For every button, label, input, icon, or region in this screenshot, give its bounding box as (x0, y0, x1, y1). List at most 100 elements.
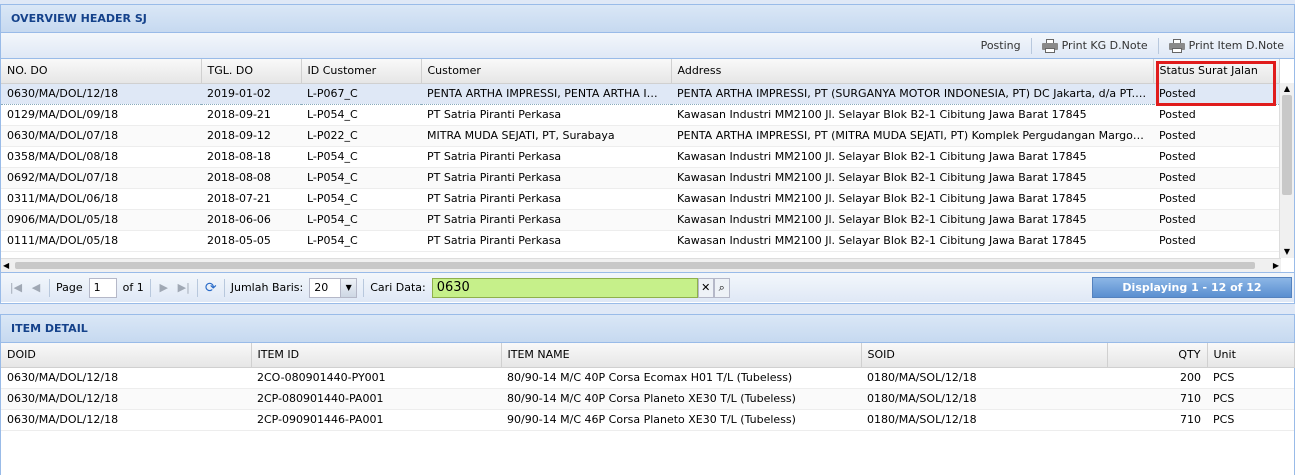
cell-id-customer: L-P054_C (301, 230, 421, 252)
table-row[interactable]: 0692/MA/DOL/07/18 2018-08-08 L-P054_C PT… (1, 167, 1279, 189)
cell-soid: 0180/MA/SOL/12/18 (861, 409, 1107, 431)
pager-separator (149, 278, 151, 297)
cell-id-customer: L-P054_C (301, 209, 421, 231)
cell-unit: PCS (1207, 388, 1294, 410)
clear-icon[interactable]: ✕ (697, 277, 714, 298)
col-soid[interactable]: SOID (861, 343, 1108, 368)
table-row[interactable]: 0630/MA/DOL/12/18 2CO-080901440-PY001 80… (1, 367, 1294, 389)
overview-header-panel: OVERVIEW HEADER SJ Posting Print KG D.No… (0, 4, 1295, 304)
pager-separator (49, 278, 50, 297)
cell-doid: 0630/MA/DOL/12/18 (1, 409, 251, 431)
cell-no-do: 0111/MA/DOL/05/18 (1, 230, 201, 252)
cell-customer: MITRA MUDA SEJATI, PT, Surabaya (421, 125, 671, 147)
search-icon[interactable]: ⌕ (713, 277, 730, 298)
toolbar-separator (1030, 37, 1032, 54)
cell-address: PENTA ARTHA IMPRESSI, PT (SURGANYA MOTOR… (671, 82, 1153, 105)
col-no-do[interactable]: NO. DO (1, 59, 202, 84)
cell-address: Kawasan Industri MM2100 Jl. Selayar Blok… (671, 209, 1153, 231)
posting-label: Posting (980, 39, 1021, 52)
cell-address: Kawasan Industri MM2100 Jl. Selayar Blok… (671, 230, 1153, 252)
cell-id-customer: L-P054_C (301, 104, 421, 126)
next-page-icon[interactable]: ▶ (157, 281, 171, 294)
header-table-columns: NO. DO TGL. DO ID Customer Customer Addr… (1, 59, 1280, 84)
cell-soid: 0180/MA/SOL/12/18 (861, 388, 1107, 410)
detail-table-columns: DOID ITEM ID ITEM NAME SOID QTY Unit (1, 343, 1295, 368)
cell-item-id: 2CO-080901440-PY001 (251, 367, 501, 389)
table-row[interactable]: 0129/MA/DOL/09/18 2018-09-21 L-P054_C PT… (1, 104, 1279, 126)
col-item-id[interactable]: ITEM ID (251, 343, 502, 368)
cell-item-name: 80/90-14 M/C 40P Corsa Ecomax H01 T/L (T… (501, 367, 861, 389)
cell-no-do: 0311/MA/DOL/06/18 (1, 188, 201, 210)
cell-customer: PT Satria Piranti Perkasa (421, 167, 671, 189)
cell-tgl-do: 2018-07-21 (201, 188, 301, 210)
cell-address: Kawasan Industri MM2100 Jl. Selayar Blok… (671, 104, 1153, 126)
vertical-scrollbar[interactable]: ▲ ▼ (1279, 83, 1294, 258)
cell-no-do: 0906/MA/DOL/05/18 (1, 209, 201, 231)
table-row[interactable]: 0311/MA/DOL/06/18 2018-07-21 L-P054_C PT… (1, 188, 1279, 210)
first-page-icon[interactable]: |◀ (9, 281, 23, 294)
page-count-label: of 1 (122, 281, 144, 294)
hscroll-thumb[interactable] (15, 262, 1255, 269)
table-row[interactable]: 0630/MA/DOL/12/18 2019-01-02 L-P067_C PE… (1, 82, 1279, 105)
refresh-icon[interactable]: ⟳ (204, 280, 218, 296)
cell-item-id: 2CP-090901446-PA001 (251, 409, 501, 431)
scroll-left-arrow-icon[interactable]: ◀ (3, 259, 9, 272)
item-detail-title: ITEM DETAIL (1, 315, 1294, 343)
scroll-down-arrow-icon[interactable]: ▼ (1280, 246, 1294, 258)
col-status-surat-jalan[interactable]: Status Surat Jalan (1153, 59, 1280, 84)
print-item-dnote-button[interactable]: Print Item D.Note (1165, 38, 1288, 53)
col-item-name[interactable]: ITEM NAME (501, 343, 862, 368)
cell-doid: 0630/MA/DOL/12/18 (1, 388, 251, 410)
scroll-up-arrow-icon[interactable]: ▲ (1280, 83, 1294, 95)
horizontal-scrollbar[interactable]: ◀ ▶ (1, 258, 1281, 272)
cell-customer: PENTA ARTHA IMPRESSI, PENTA ARTHA IMPR..… (421, 82, 671, 105)
cell-tgl-do: 2018-06-06 (201, 209, 301, 231)
page-number-input[interactable]: 1 (88, 277, 117, 298)
table-row[interactable]: 0906/MA/DOL/05/18 2018-06-06 L-P054_C PT… (1, 209, 1279, 231)
printer-icon (1041, 38, 1058, 53)
cell-doid: 0630/MA/DOL/12/18 (1, 367, 251, 389)
table-row[interactable]: 0358/MA/DOL/08/18 2018-08-18 L-P054_C PT… (1, 146, 1279, 168)
col-unit[interactable]: Unit (1207, 343, 1295, 368)
cell-status: Posted (1153, 82, 1279, 105)
search-input[interactable]: 0630 (431, 277, 698, 298)
cell-id-customer: L-P054_C (301, 167, 421, 189)
table-row[interactable]: 0630/MA/DOL/07/18 2018-09-12 L-P022_C MI… (1, 125, 1279, 147)
col-tgl-do[interactable]: TGL. DO (201, 59, 302, 84)
col-customer[interactable]: Customer (421, 59, 672, 84)
rows-per-page-select[interactable]: 20 ▼ (309, 277, 358, 298)
cell-no-do: 0692/MA/DOL/07/18 (1, 167, 201, 189)
print-item-label: Print Item D.Note (1188, 39, 1284, 52)
table-row[interactable]: 0630/MA/DOL/12/18 2CP-090901446-PA001 90… (1, 409, 1294, 431)
col-doid[interactable]: DOID (1, 343, 252, 368)
prev-page-icon[interactable]: ◀ (29, 281, 43, 294)
cell-customer: PT Satria Piranti Perkasa (421, 188, 671, 210)
printer-icon (1168, 38, 1185, 53)
cell-address: Kawasan Industri MM2100 Jl. Selayar Blok… (671, 188, 1153, 210)
cell-status: Posted (1153, 125, 1279, 147)
scroll-thumb[interactable] (1282, 95, 1292, 195)
displaying-status: Displaying 1 - 12 of 12 (1092, 277, 1292, 298)
rows-label: Jumlah Baris: (230, 281, 304, 294)
last-page-icon[interactable]: ▶| (177, 281, 191, 294)
cell-item-id: 2CP-080901440-PA001 (251, 388, 501, 410)
col-qty[interactable]: QTY (1107, 343, 1208, 368)
posting-button[interactable]: Posting (977, 39, 1025, 52)
scroll-right-arrow-icon[interactable]: ▶ (1273, 259, 1279, 272)
cell-qty: 710 (1107, 388, 1207, 410)
cell-address: Kawasan Industri MM2100 Jl. Selayar Blok… (671, 146, 1153, 168)
cell-soid: 0180/MA/SOL/12/18 (861, 367, 1107, 389)
table-row[interactable]: 0111/MA/DOL/05/18 2018-05-05 L-P054_C PT… (1, 230, 1279, 252)
print-kg-dnote-button[interactable]: Print KG D.Note (1038, 38, 1152, 53)
col-id-customer[interactable]: ID Customer (301, 59, 422, 84)
col-address[interactable]: Address (671, 59, 1154, 84)
table-row[interactable]: 0630/MA/DOL/12/18 2CP-080901440-PA001 80… (1, 388, 1294, 410)
cell-customer: PT Satria Piranti Perkasa (421, 104, 671, 126)
cell-tgl-do: 2018-05-05 (201, 230, 301, 252)
chevron-down-icon[interactable]: ▼ (340, 278, 357, 297)
item-detail-panel: ITEM DETAIL DOID ITEM ID ITEM NAME SOID … (0, 314, 1295, 475)
cell-no-do: 0630/MA/DOL/12/18 (1, 82, 201, 105)
cell-status: Posted (1153, 104, 1279, 126)
cell-no-do: 0358/MA/DOL/08/18 (1, 146, 201, 168)
overview-header-title: OVERVIEW HEADER SJ (1, 5, 1294, 33)
